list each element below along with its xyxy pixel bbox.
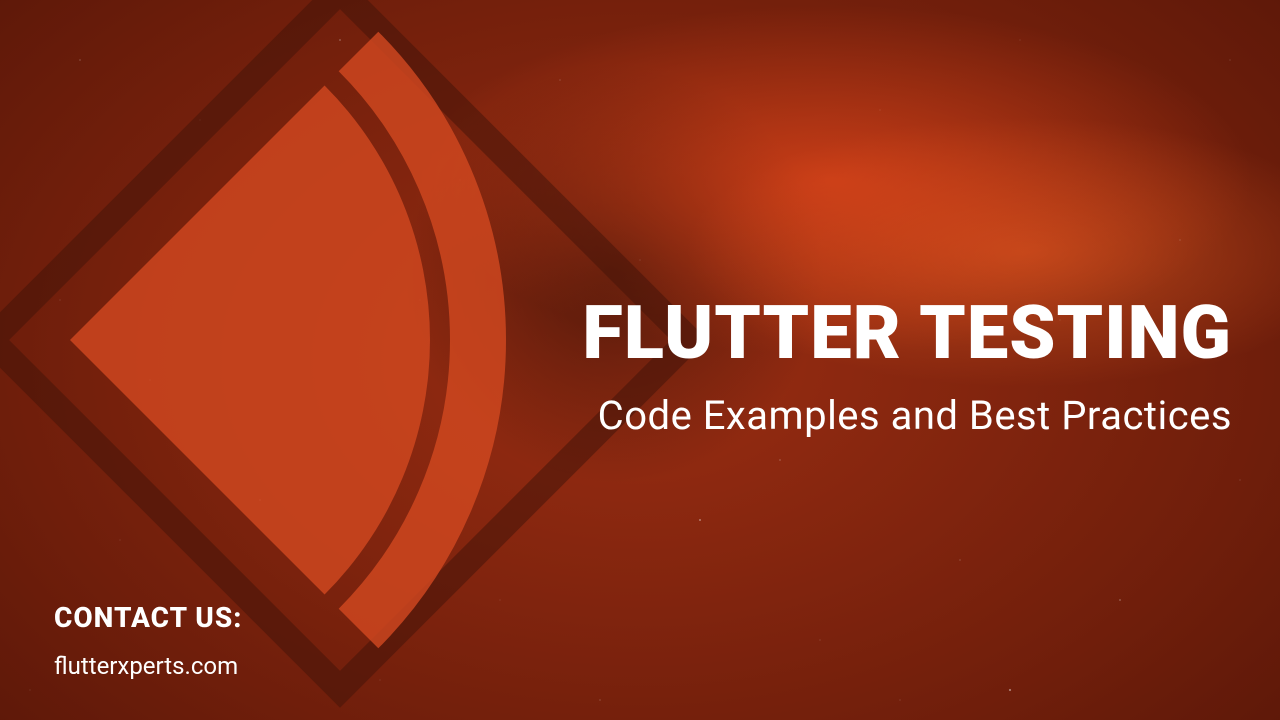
subheadline: Code Examples and Best Practices (598, 392, 1232, 439)
contact-label: CONTACT US: (54, 601, 242, 634)
promo-card: FLUTTER TESTING Code Examples and Best P… (0, 0, 1280, 720)
contact-website: flutterxperts.com (54, 652, 238, 680)
headline: FLUTTER TESTING (582, 290, 1232, 377)
